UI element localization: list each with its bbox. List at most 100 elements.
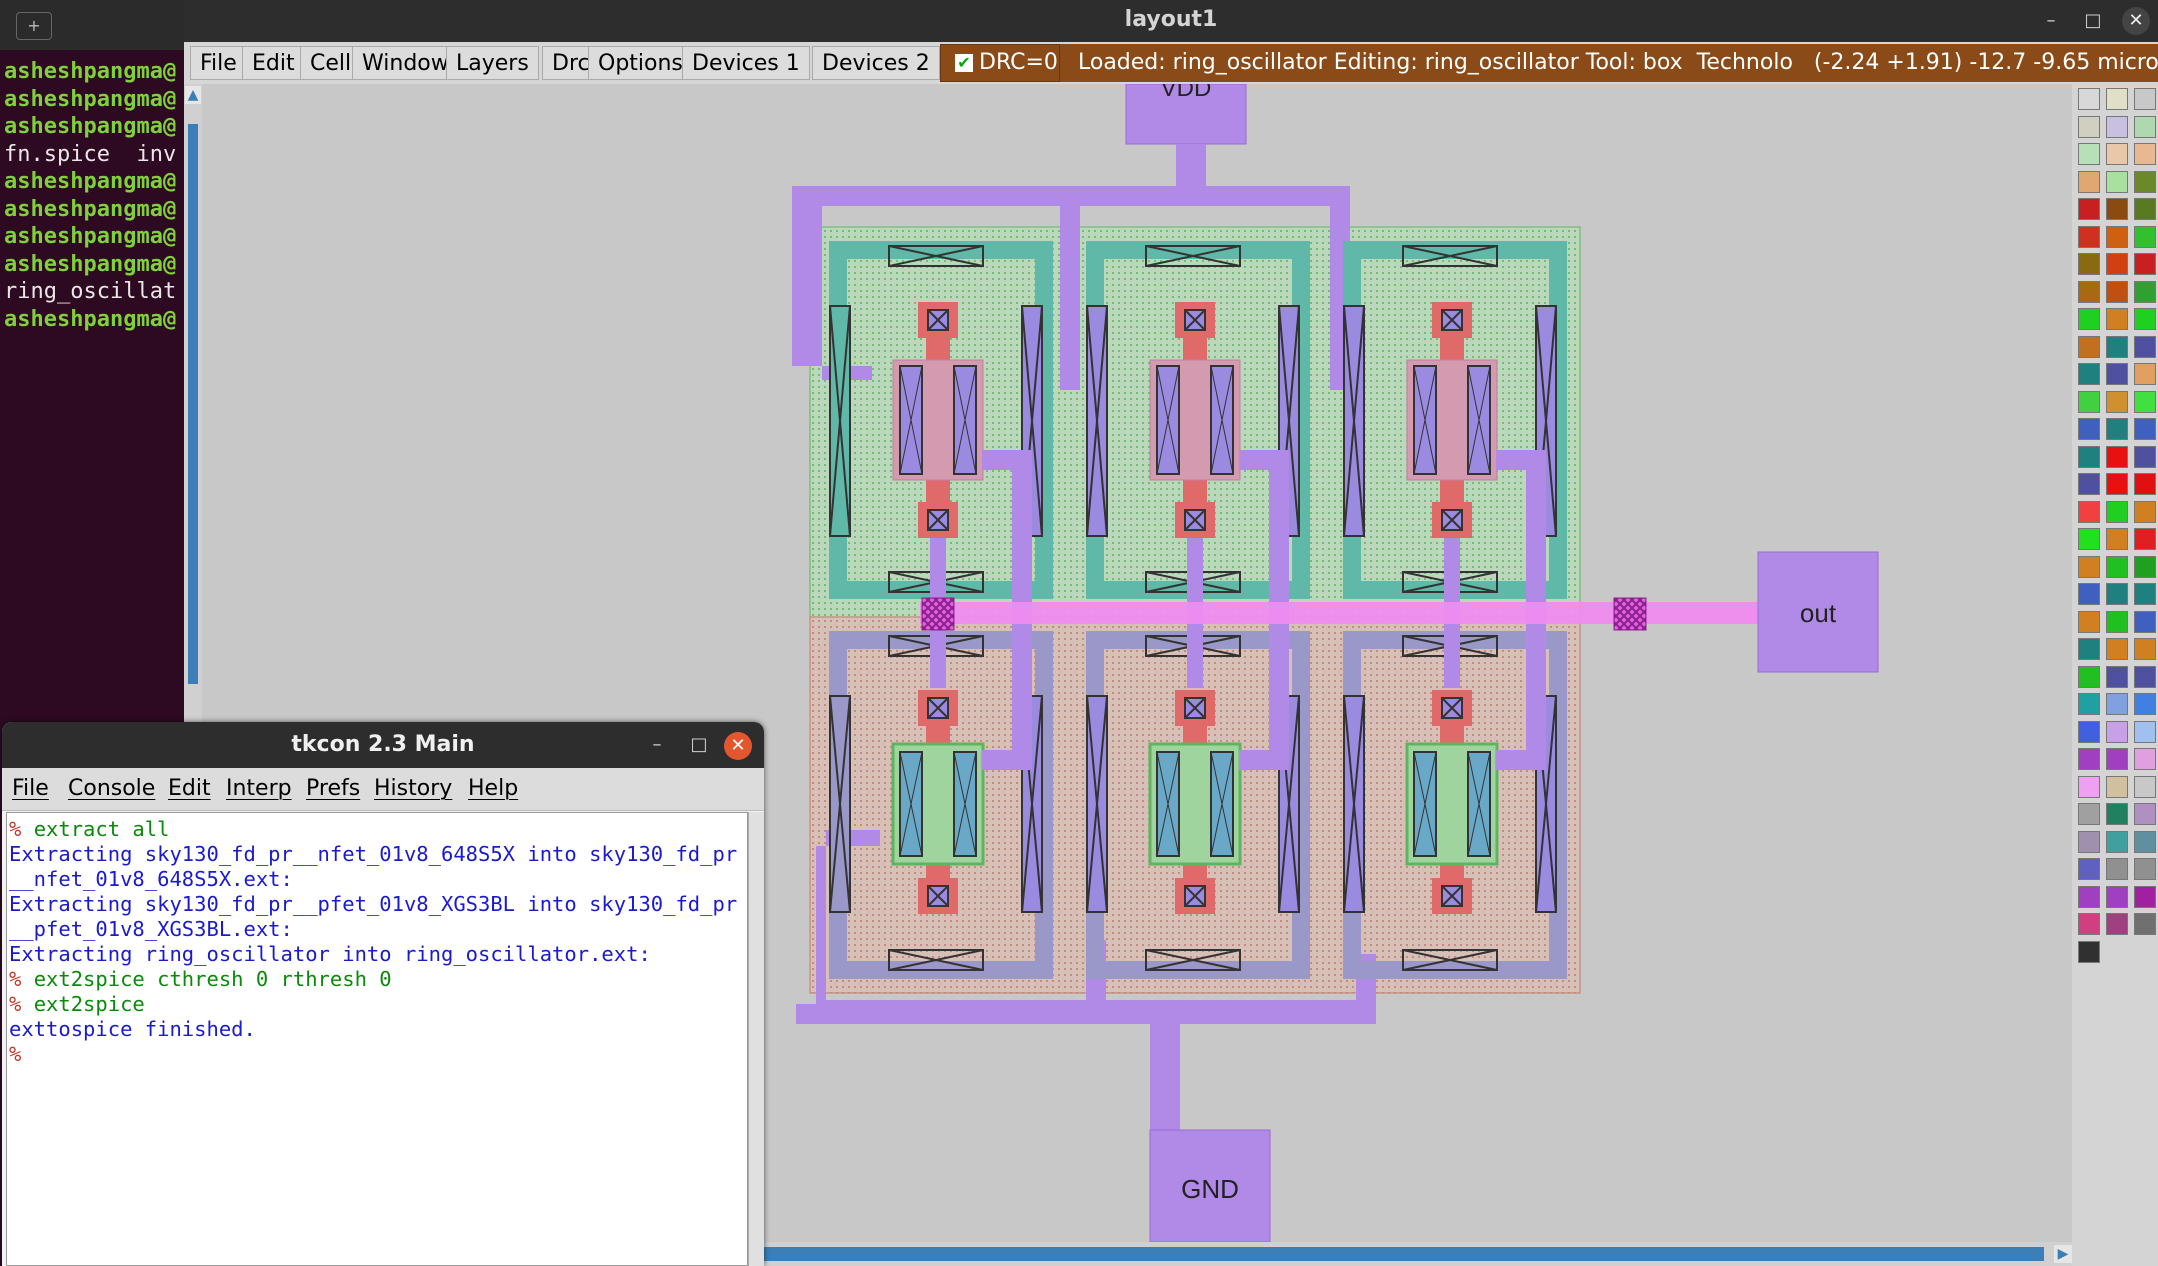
layer-swatch[interactable] xyxy=(2078,830,2100,853)
layer-swatch[interactable] xyxy=(2106,225,2128,248)
layer-swatch[interactable] xyxy=(2134,143,2156,165)
layer-swatch[interactable] xyxy=(2078,143,2100,165)
layer-swatch[interactable] xyxy=(2134,528,2156,550)
layer-swatch[interactable] xyxy=(2134,913,2156,935)
layer-swatch[interactable] xyxy=(2078,198,2100,220)
layer-swatch[interactable] xyxy=(2134,858,2156,880)
layer-swatch[interactable] xyxy=(2106,830,2128,853)
layer-swatch[interactable] xyxy=(2078,885,2100,908)
layer-swatch[interactable] xyxy=(2106,693,2128,715)
layer-swatch[interactable] xyxy=(2134,170,2156,193)
layer-swatch[interactable] xyxy=(2134,445,2156,468)
tkcon-close-icon[interactable]: ✕ xyxy=(724,732,752,760)
layer-swatch[interactable] xyxy=(2078,775,2100,798)
tkcon-maximize-icon[interactable]: □ xyxy=(686,732,712,758)
layer-swatch[interactable] xyxy=(2106,528,2128,550)
layer-swatch[interactable] xyxy=(2106,308,2128,330)
layer-swatch[interactable] xyxy=(2078,803,2100,825)
layer-swatch[interactable] xyxy=(2078,638,2100,660)
layout-window-titlebar[interactable]: layout1 xyxy=(184,0,2158,42)
layer-swatch[interactable] xyxy=(2078,720,2100,743)
layer-swatch[interactable] xyxy=(2134,693,2156,715)
layer-swatch[interactable] xyxy=(2078,528,2100,550)
tkcon-menu-history[interactable]: History xyxy=(374,768,452,810)
tkcon-menu-interp[interactable]: Interp xyxy=(226,768,292,810)
layer-swatch[interactable] xyxy=(2106,720,2128,743)
layer-swatch[interactable] xyxy=(2106,583,2128,605)
layer-swatch[interactable] xyxy=(2078,363,2100,385)
layer-swatch[interactable] xyxy=(2106,280,2128,303)
layer-swatch[interactable] xyxy=(2134,335,2156,358)
tkcon-minimize-icon[interactable]: – xyxy=(644,732,670,758)
drc-indicator[interactable]: ✔ DRC=0 xyxy=(940,44,1060,82)
layer-swatch[interactable] xyxy=(2106,88,2128,110)
layer-swatch[interactable] xyxy=(2106,473,2128,495)
layer-swatch[interactable] xyxy=(2134,115,2156,138)
layer-swatch[interactable] xyxy=(2078,858,2100,880)
layer-swatch[interactable] xyxy=(2106,198,2128,220)
layer-swatch[interactable] xyxy=(2134,803,2156,825)
tkcon-menu-edit[interactable]: Edit xyxy=(168,768,211,810)
layer-swatch[interactable] xyxy=(2078,418,2100,440)
layer-swatch[interactable] xyxy=(2106,555,2128,578)
layer-swatch[interactable] xyxy=(2106,445,2128,468)
layer-swatch[interactable] xyxy=(2134,418,2156,440)
tkcon-menu-prefs[interactable]: Prefs xyxy=(306,768,360,810)
layer-swatch[interactable] xyxy=(2078,445,2100,468)
layer-swatch[interactable] xyxy=(2134,720,2156,743)
layer-swatch[interactable] xyxy=(2078,500,2100,523)
layer-swatch[interactable] xyxy=(2106,803,2128,825)
layer-swatch[interactable] xyxy=(2134,775,2156,798)
layer-swatch[interactable] xyxy=(2106,638,2128,660)
layer-swatch[interactable] xyxy=(2078,280,2100,303)
horizontal-scrollbar[interactable]: ▶ xyxy=(764,1242,2072,1266)
layer-swatch[interactable] xyxy=(2134,500,2156,523)
layer-swatch[interactable] xyxy=(2106,913,2128,935)
menu-devices-1[interactable]: Devices 1 xyxy=(682,46,810,80)
layer-swatch[interactable] xyxy=(2134,473,2156,495)
layer-swatch[interactable] xyxy=(2078,335,2100,358)
layer-swatch[interactable] xyxy=(2078,225,2100,248)
layer-swatch[interactable] xyxy=(2134,253,2156,275)
layer-swatch[interactable] xyxy=(2134,308,2156,330)
layer-swatch[interactable] xyxy=(2078,253,2100,275)
tkcon-scrollbar[interactable] xyxy=(748,812,764,1266)
scroll-right-icon[interactable]: ▶ xyxy=(2054,1245,2072,1263)
layer-swatch[interactable] xyxy=(2106,335,2128,358)
layer-swatch[interactable] xyxy=(2134,830,2156,853)
tkcon-menu-file[interactable]: File xyxy=(12,768,49,810)
layer-swatch[interactable] xyxy=(2078,665,2100,688)
layer-swatch[interactable] xyxy=(2078,940,2100,963)
layer-swatch[interactable] xyxy=(2106,253,2128,275)
minimize-icon[interactable]: – xyxy=(2038,8,2064,34)
layer-swatch[interactable] xyxy=(2106,775,2128,798)
close-icon[interactable]: ✕ xyxy=(2122,7,2150,35)
layer-swatch[interactable] xyxy=(2134,280,2156,303)
layer-swatch[interactable] xyxy=(2106,115,2128,138)
layer-swatch[interactable] xyxy=(2134,198,2156,220)
layer-swatch[interactable] xyxy=(2106,858,2128,880)
layer-swatch[interactable] xyxy=(2078,115,2100,138)
layer-swatch[interactable] xyxy=(2134,555,2156,578)
layer-swatch[interactable] xyxy=(2106,143,2128,165)
tkcon-menu-console[interactable]: Console xyxy=(68,768,155,810)
layer-swatch[interactable] xyxy=(2106,665,2128,688)
layer-swatch[interactable] xyxy=(2134,748,2156,770)
new-tab-icon[interactable]: + xyxy=(16,12,52,40)
vertical-scroll-thumb[interactable] xyxy=(188,124,198,684)
horizontal-scroll-thumb[interactable] xyxy=(764,1247,2044,1261)
layer-swatch[interactable] xyxy=(2134,583,2156,605)
layer-swatch[interactable] xyxy=(2106,610,2128,633)
layer-swatch[interactable] xyxy=(2134,363,2156,385)
layer-swatch[interactable] xyxy=(2078,88,2100,110)
scroll-up-icon[interactable]: ▲ xyxy=(185,86,201,104)
menu-edit[interactable]: Edit xyxy=(242,46,305,80)
layer-swatch[interactable] xyxy=(2078,610,2100,633)
menu-devices-2[interactable]: Devices 2 xyxy=(812,46,940,80)
vertical-scrollbar[interactable]: ▲ xyxy=(184,84,202,724)
layer-swatch[interactable] xyxy=(2078,583,2100,605)
layer-swatch[interactable] xyxy=(2106,390,2128,413)
layer-swatch[interactable] xyxy=(2106,418,2128,440)
menu-window[interactable]: Window xyxy=(352,46,459,80)
layer-swatch[interactable] xyxy=(2134,638,2156,660)
